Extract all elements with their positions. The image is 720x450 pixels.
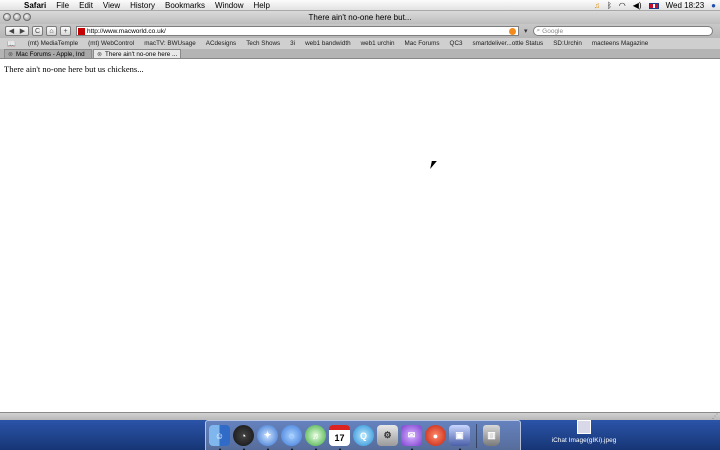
tab-mac-forums[interactable]: ⊗ Mac Forums - Apple, Ind (4, 49, 92, 58)
back-button[interactable]: ◀ (6, 27, 17, 35)
desktop-file-label[interactable]: iChat Image(gIKi).jpeg (548, 437, 620, 444)
status-bar: ⋰ (0, 412, 720, 420)
itunes-icon[interactable]: ♫ (305, 425, 326, 450)
rss-icon[interactable] (509, 28, 516, 35)
ical-icon[interactable]: 17 (329, 425, 350, 450)
home-button[interactable]: ⌂ (46, 26, 57, 36)
tab-bar: ⊗ Mac Forums - Apple, Ind ⊗ There ain't … (0, 49, 720, 59)
add-bookmark-button[interactable]: + (60, 26, 71, 36)
bookmark-item[interactable]: web1 bandwidth (300, 40, 356, 47)
back-forward-buttons: ◀ ▶ (5, 26, 29, 36)
tab-label: Mac Forums - Apple, Ind (16, 50, 85, 58)
bookmark-item[interactable]: 3i (285, 40, 300, 47)
title-bar[interactable]: There ain't no-one here but... (0, 11, 720, 24)
clock-label[interactable]: Wed 18:23 (666, 0, 705, 11)
menu-bookmarks[interactable]: Bookmarks (160, 1, 210, 10)
desktop: ☺ ◔ ✦ ◌ ♫ 17 Q ⚙ ✉ ● ▣ ▥ iChat Image(gIK… (0, 420, 720, 450)
quicktime-icon[interactable]: Q (353, 425, 374, 446)
resize-grip-icon[interactable]: ⋰ (712, 413, 718, 420)
ichat-icon[interactable]: ◌ (281, 425, 302, 450)
desktop-file[interactable]: iChat Image(gIKi).jpeg (548, 420, 620, 444)
wifi-icon[interactable]: ◠ (619, 0, 626, 11)
uk-flag-icon[interactable] (648, 2, 659, 9)
menu-bar: Safari File Edit View History Bookmarks … (0, 0, 720, 11)
bookmark-item[interactable]: macTV: BWUsage (139, 40, 201, 47)
snapback-icon[interactable]: ▾ (524, 27, 528, 35)
toolbar: ◀ ▶ C ⌂ + http://www.macworld.co.uk/ ▾ ⌕… (0, 24, 720, 38)
safari-icon[interactable]: ✦ (257, 425, 278, 450)
address-url[interactable]: http://www.macworld.co.uk/ (87, 28, 166, 35)
menu-extras: ♫ ᛒ ◠ ◀) Wed 18:23 ● (594, 0, 716, 11)
reload-button[interactable]: C (32, 26, 43, 36)
tab-chickens[interactable]: ⊗ There ain't no-one here ... (93, 49, 181, 58)
window-controls (3, 13, 31, 21)
close-button[interactable] (3, 13, 11, 21)
bookmarks-book-icon[interactable]: 📖 (7, 40, 16, 48)
mail-app-icon[interactable]: ✉ (401, 425, 422, 450)
tomato-app-icon[interactable]: ● (425, 425, 446, 446)
bookmark-item[interactable]: ACdesigns (201, 40, 241, 47)
dashboard-icon[interactable]: ◔ (233, 425, 254, 450)
bookmarks-bar: 📖 (mt) MediaTemple (mt) WebControl macTV… (0, 38, 720, 49)
volume-icon[interactable]: ◀) (633, 0, 642, 11)
finder-icon[interactable]: ☺ (209, 425, 230, 450)
menu-help[interactable]: Help (248, 1, 274, 10)
close-tab-icon[interactable]: ⊗ (8, 51, 13, 58)
spotlight-icon[interactable]: ● (711, 0, 716, 11)
bookmark-item[interactable]: Mac Forums (400, 40, 445, 47)
music-note-icon[interactable]: ♫ (594, 0, 600, 11)
bookmark-item[interactable]: QC3 (445, 40, 468, 47)
menu-file[interactable]: File (51, 1, 74, 10)
zoom-button[interactable] (23, 13, 31, 21)
bookmark-item[interactable]: smartdeliver...ottle Status (468, 40, 549, 47)
page-text: There ain't no-one here but us chickens.… (4, 64, 144, 74)
bookmark-item[interactable]: macteens Magazine (587, 40, 653, 47)
address-bar[interactable]: http://www.macworld.co.uk/ (76, 26, 519, 36)
bookmark-item[interactable]: SD:Urchin (548, 40, 587, 47)
trash-icon[interactable]: ▥ (483, 425, 500, 446)
image-file-icon[interactable] (577, 420, 591, 434)
bluetooth-icon[interactable]: ᛒ (607, 0, 612, 11)
bookmark-item[interactable]: Tech Shows (241, 40, 285, 47)
site-favicon-icon (78, 27, 85, 35)
bookmark-item[interactable]: (mt) MediaTemple (23, 40, 83, 47)
tab-label: There ain't no-one here ... (105, 50, 178, 58)
dock: ☺ ◔ ✦ ◌ ♫ 17 Q ⚙ ✉ ● ▣ ▥ (205, 420, 521, 450)
bookmark-item[interactable]: web1 urchin (356, 40, 400, 47)
menu-safari[interactable]: Safari (19, 1, 51, 10)
menu-view[interactable]: View (98, 1, 125, 10)
bookmark-item[interactable]: (mt) WebControl (83, 40, 139, 47)
dock-separator (476, 423, 477, 448)
minimize-button[interactable] (13, 13, 21, 21)
system-preferences-icon[interactable]: ⚙ (377, 425, 398, 446)
search-icon: ⌕ (536, 27, 541, 34)
menu-history[interactable]: History (125, 1, 160, 10)
menu-edit[interactable]: Edit (74, 1, 98, 10)
forward-button[interactable]: ▶ (17, 27, 28, 35)
menu-window[interactable]: Window (210, 1, 248, 10)
search-placeholder: Google (542, 27, 564, 35)
browser-window: There ain't no-one here but... ◀ ▶ C ⌂ +… (0, 11, 720, 420)
page-content: There ain't no-one here but us chickens.… (0, 60, 720, 412)
search-field[interactable]: ⌕ Google (532, 26, 713, 36)
preview-icon[interactable]: ▣ (449, 425, 470, 450)
close-tab-icon[interactable]: ⊗ (97, 51, 102, 58)
ical-day: 17 (334, 433, 345, 443)
window-title: There ain't no-one here but... (308, 13, 412, 22)
